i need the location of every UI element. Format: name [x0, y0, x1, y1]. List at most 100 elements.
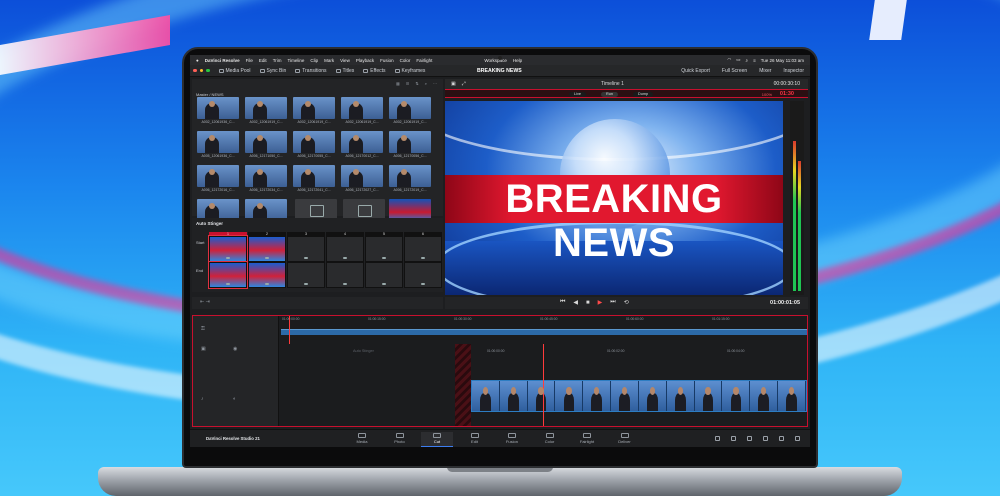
upper-track[interactable] — [281, 329, 807, 335]
transitions-button[interactable]: Transitions — [295, 68, 327, 74]
page-deliver[interactable]: Deliver — [609, 432, 641, 447]
timeline-ruler[interactable]: 01:00:00:00 01:00:15:00 01:00:30:00 01:00:4… — [280, 316, 808, 322]
menu-timeline[interactable]: Timeline — [288, 58, 305, 63]
upper-playhead[interactable] — [289, 316, 290, 344]
project-manager-icon[interactable] — [715, 436, 720, 441]
link-icon[interactable] — [343, 283, 347, 285]
camera-icon[interactable]: ▣ — [201, 346, 206, 352]
more-icon[interactable]: ⋯ — [433, 81, 437, 86]
stinger-slot[interactable] — [248, 262, 286, 288]
menu-clock[interactable]: Tue 26 May 11:03 am — [761, 58, 804, 63]
clip-item[interactable]: A006_12170012_C... — [340, 131, 384, 160]
step-back-icon[interactable]: ◀ — [573, 299, 578, 306]
speaker-icon[interactable]: ♪ — [201, 396, 204, 402]
video-viewer[interactable]: BREAKING NEWS — [445, 101, 783, 295]
menu-help[interactable]: Help — [513, 58, 522, 63]
timeline-area[interactable]: ⚿ ▣ ◉ ♪ ◐ 01:00:00:00 01:00:15:00 01:00:30… — [192, 315, 808, 427]
clip-item[interactable]: A006_12172027_C... — [340, 165, 384, 194]
menu-view[interactable]: View — [340, 58, 350, 63]
wifi-icon[interactable]: ◠ — [727, 57, 731, 63]
menu-clip[interactable]: Clip — [310, 58, 318, 63]
link-icon[interactable] — [304, 283, 308, 285]
page-fusion[interactable]: Fusion — [496, 432, 528, 447]
link-icon[interactable] — [304, 257, 308, 259]
menu-color[interactable]: Color — [400, 58, 411, 63]
detail-ruler[interactable]: 01:00:00:00 01:00:02:00 01:00:04:00 — [469, 348, 807, 354]
list-view-icon[interactable]: ☰ — [406, 81, 410, 86]
menu-playback[interactable]: Playback — [356, 58, 374, 63]
inspector-button[interactable]: Inspector — [783, 68, 804, 74]
clip-item[interactable]: A002_12061919_C... — [340, 97, 384, 126]
grid-view-icon[interactable]: ▦ — [396, 81, 400, 86]
link-icon[interactable] — [382, 257, 386, 259]
loop-icon[interactable]: ⟲ — [624, 299, 629, 306]
stinger-slot[interactable] — [248, 236, 286, 262]
page-fairlight[interactable]: Fairlight — [571, 432, 603, 447]
menu-mark[interactable]: Mark — [324, 58, 334, 63]
clip-item[interactable]: A002_12061919_C... — [388, 97, 432, 126]
page-edit[interactable]: Edit — [459, 432, 491, 447]
clip-item[interactable]: A006_12170055_C... — [292, 131, 336, 160]
keyframes-button[interactable]: Keyframes — [394, 68, 425, 74]
link-icon[interactable] — [421, 283, 425, 285]
people-icon[interactable] — [763, 436, 768, 441]
tool-icon[interactable]: ⇤ ⇥ — [200, 299, 210, 305]
clip-item[interactable]: A006_12170056_C... — [388, 131, 432, 160]
play-icon[interactable]: ▶ — [598, 299, 603, 306]
zoom-icon[interactable]: ⤢ — [462, 81, 466, 87]
clip-item[interactable]: A005_12061936_C... — [196, 131, 240, 160]
cloud-icon[interactable] — [747, 436, 752, 441]
stinger-slot[interactable] — [404, 236, 442, 262]
menu-fairlight[interactable]: Fairlight — [416, 58, 432, 63]
settings-icon[interactable] — [795, 436, 800, 441]
apple-icon[interactable]: ● — [196, 58, 199, 63]
control-center-icon[interactable]: ≡ — [753, 58, 756, 63]
stinger-slot[interactable] — [208, 261, 248, 289]
media-storage-icon[interactable] — [731, 436, 736, 441]
link-icon[interactable] — [421, 257, 425, 259]
stop-icon[interactable]: ■ — [586, 300, 590, 306]
stinger-slot[interactable] — [208, 235, 248, 263]
clip-item[interactable]: A006_12171050_C... — [244, 131, 288, 160]
stinger-slot[interactable] — [287, 236, 325, 262]
clip-item[interactable]: A006_12172041_C... — [292, 165, 336, 194]
clip-item[interactable]: A002_12061936_C... — [196, 97, 240, 126]
quick-export-button[interactable]: Quick Export — [681, 68, 710, 74]
timeline-name[interactable]: Timeline 1 — [601, 81, 624, 87]
link-icon[interactable] — [343, 257, 347, 259]
menu-fusion[interactable]: Fusion — [380, 58, 394, 63]
search-icon[interactable]: ⌕ — [425, 81, 427, 86]
titles-button[interactable]: Titles — [335, 68, 354, 74]
dump-button[interactable]: Dump — [633, 91, 654, 97]
clip-item[interactable]: A006_12172034_C... — [244, 165, 288, 194]
search-icon[interactable]: ⌕ — [746, 58, 749, 63]
video-clip[interactable] — [471, 380, 807, 412]
mute-icon[interactable]: ◐ — [233, 396, 236, 402]
live-button[interactable]: Live — [569, 91, 586, 97]
link-icon[interactable] — [382, 283, 386, 285]
media-pool-button[interactable]: Media Pool — [218, 68, 251, 74]
stinger-slot[interactable] — [365, 236, 403, 262]
menu-file[interactable]: File — [246, 58, 253, 63]
effects-button[interactable]: Effects — [363, 68, 386, 74]
page-media[interactable]: Media — [346, 432, 378, 447]
home-icon[interactable] — [779, 436, 784, 441]
viewer-mode-icon[interactable]: ▣ — [451, 81, 456, 87]
eye-icon[interactable]: ◉ — [233, 346, 237, 352]
link-icon[interactable] — [265, 257, 269, 259]
clip-item[interactable]: A006_12172019_C... — [388, 165, 432, 194]
battery-icon[interactable]: ▭ — [736, 57, 740, 63]
sort-icon[interactable]: ⇅ — [415, 81, 418, 86]
clip-item[interactable]: A002_12061919_C... — [292, 97, 336, 126]
full-screen-button[interactable]: Full Screen — [722, 68, 747, 74]
zoom-icon[interactable] — [206, 68, 210, 73]
menu-app[interactable]: DaVinci Resolve — [205, 58, 240, 63]
sync-bin-button[interactable]: Sync Bin — [259, 68, 286, 74]
clip-item[interactable]: A006_12172016_C... — [196, 165, 240, 194]
detail-playhead[interactable] — [543, 344, 544, 426]
link-icon[interactable] — [226, 283, 230, 285]
link-icon[interactable] — [265, 283, 269, 285]
link-icon[interactable] — [226, 257, 230, 259]
close-icon[interactable] — [193, 68, 197, 73]
page-cut[interactable]: Cut — [421, 432, 453, 447]
